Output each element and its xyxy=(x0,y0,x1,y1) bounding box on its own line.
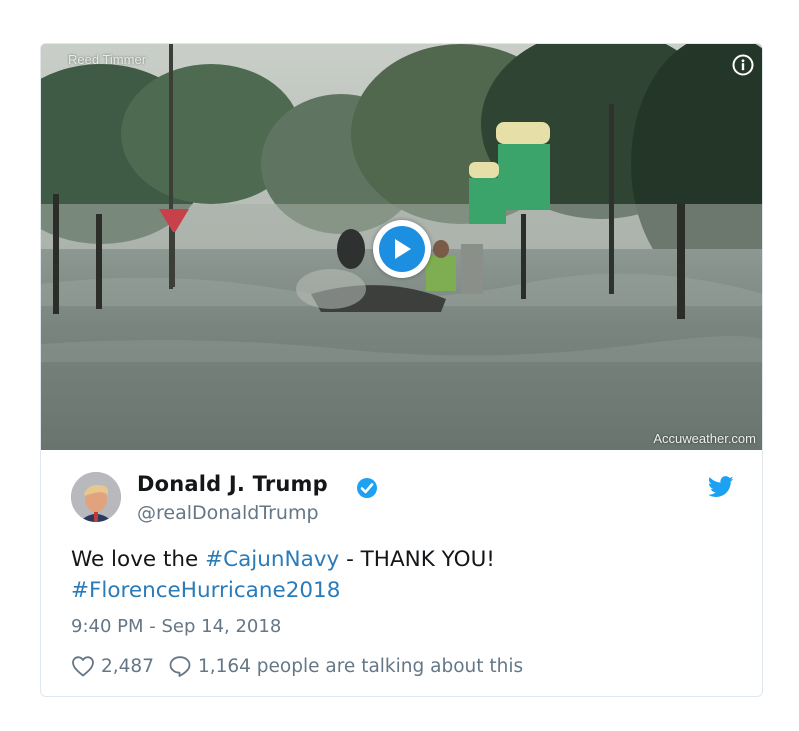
video-source-watermark: Accuweather.com xyxy=(653,431,756,446)
tweet-body: Donald J. Trump @realDonaldTrump We love… xyxy=(41,450,762,696)
conversation-button[interactable]: 1,164 people are talking about this xyxy=(168,655,523,677)
heart-icon xyxy=(72,656,94,677)
author-name[interactable]: Donald J. Trump xyxy=(137,472,328,496)
play-button[interactable] xyxy=(373,220,431,278)
tweet-text-after: - THANK YOU! xyxy=(339,547,495,572)
tweet-timestamp[interactable]: 9:40 PM - Sep 14, 2018 xyxy=(71,616,281,637)
like-button[interactable]: 2,487 xyxy=(71,655,154,677)
like-count: 2,487 xyxy=(101,655,154,677)
video-credit: Reed Timmer xyxy=(68,52,147,67)
hashtag-link-florencehurricane2018[interactable]: #FlorenceHurricane2018 xyxy=(71,578,340,603)
twitter-bird-icon[interactable] xyxy=(707,476,734,498)
hashtag-link-cajunnavy[interactable]: #CajunNavy xyxy=(205,547,339,572)
tweet-text: We love the #CajunNavy - THANK YOU! #Flo… xyxy=(71,544,731,606)
author-handle[interactable]: @realDonaldTrump xyxy=(137,502,319,524)
tweet-actions: 2,487 1,164 people are talking about thi… xyxy=(71,655,523,677)
info-icon[interactable] xyxy=(732,54,754,76)
video-thumbnail[interactable]: Reed Timmer Accuweather.com xyxy=(41,44,762,450)
tweet-text-before: We love the xyxy=(71,547,206,572)
talking-count: 1,164 people are talking about this xyxy=(197,655,524,677)
tweet-card: Reed Timmer Accuweather.com Donald J. Tr… xyxy=(40,43,763,697)
avatar[interactable] xyxy=(71,472,121,522)
verified-icon xyxy=(356,477,378,499)
play-icon xyxy=(379,226,425,272)
comment-icon xyxy=(169,656,191,677)
